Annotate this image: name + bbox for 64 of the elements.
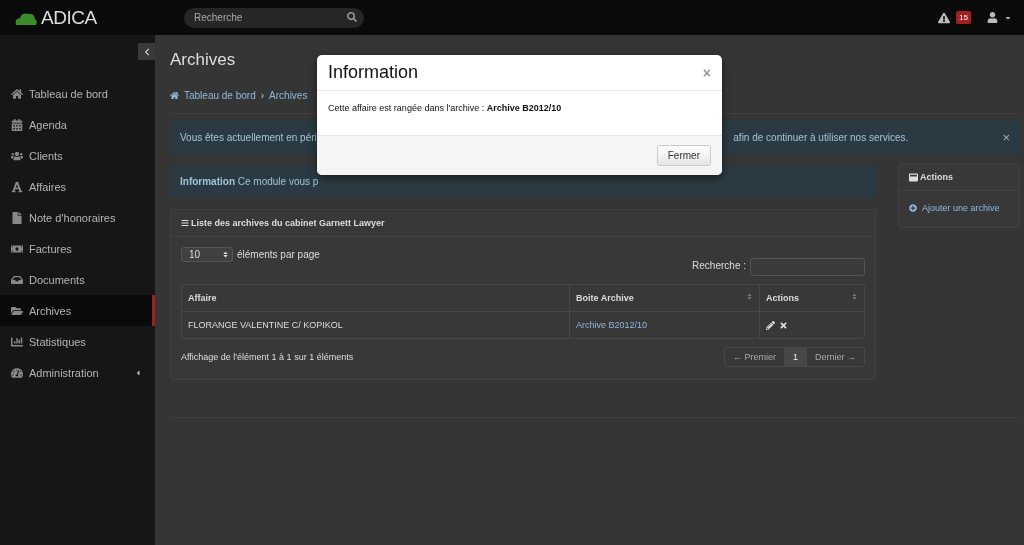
sidebar-item[interactable]: Administration	[0, 357, 155, 388]
add-link[interactable]: Ajouter une archive	[920, 195, 1002, 221]
column-header[interactable]: Actions	[760, 285, 864, 311]
table-cell: FLORANGE VALENTINE C/ KOPIKOL	[182, 311, 570, 338]
sidebar-item[interactable]: Tableau de bord	[0, 78, 155, 109]
sidebar-item[interactable]: Agenda	[0, 109, 155, 140]
search-field[interactable]	[750, 258, 865, 276]
sort-icon	[746, 293, 753, 300]
folder-icon	[11, 304, 23, 317]
plus-icon	[909, 204, 917, 212]
home-icon	[11, 87, 23, 100]
user-icon[interactable]	[987, 12, 998, 23]
warning-icon[interactable]	[938, 11, 951, 24]
sidebar-item[interactable]: Documents	[0, 264, 155, 295]
sidebar-item[interactable]: Note d'honoraires	[0, 202, 155, 233]
column-header[interactable]: Affaire	[182, 285, 570, 311]
breadcrumb-link[interactable]: Archives	[269, 90, 308, 101]
modal-title: Information	[328, 62, 419, 83]
chart-icon	[11, 335, 23, 348]
sort-icon	[851, 293, 858, 300]
sidebar-item[interactable]: Affaires	[0, 171, 155, 202]
banknote-icon	[11, 242, 23, 255]
column-header[interactable]: Boite Archive	[570, 285, 760, 311]
edit-icon[interactable]	[766, 320, 775, 330]
sidebar-item[interactable]: Factures	[0, 233, 155, 264]
breadcrumb-separator: ›	[260, 90, 265, 101]
window-icon	[909, 172, 918, 182]
alert-text: Vous êtes actuellement en péri	[180, 132, 317, 143]
collapse-button[interactable]	[138, 43, 155, 60]
panel-title: Liste des archives du cabinet Garnett Lawyer	[191, 218, 385, 228]
search-icon	[347, 12, 357, 23]
archive-link[interactable]: Archive B2012/10	[576, 320, 648, 330]
page-size-label: éléments par page	[237, 249, 320, 260]
panel-title: Actions	[920, 172, 953, 182]
sidebar-item[interactable]: Statistiques	[0, 326, 155, 357]
alert-text: afin de continuer à utiliser nos services.	[733, 132, 909, 143]
users-icon	[11, 149, 23, 162]
delete-icon[interactable]	[779, 320, 788, 330]
letter-icon	[11, 180, 23, 193]
caret-icon	[134, 368, 142, 377]
page-title: Archives	[170, 50, 237, 70]
inbox-icon	[11, 273, 23, 286]
gauge-icon	[11, 366, 23, 379]
page-size-select[interactable]: 10	[181, 247, 233, 262]
alert-count: 15	[956, 11, 971, 24]
table-info: Affichage de l'élément 1 à 1 sur 1 éléments	[181, 352, 354, 362]
file-icon	[11, 211, 23, 224]
calendar-icon	[11, 118, 23, 131]
close-modal-button[interactable]: Fermer	[656, 145, 711, 166]
page-button[interactable]: Dernier →	[806, 348, 864, 366]
search-label: Recherche :	[692, 260, 746, 271]
close-button[interactable]: ×	[1002, 130, 1010, 145]
sidebar-item[interactable]: Clients	[0, 140, 155, 171]
breadcrumb-link[interactable]: Tableau de bord	[184, 90, 256, 101]
chevron-icon	[142, 47, 151, 56]
home-icon	[170, 91, 179, 100]
app-logo: ADICA	[41, 6, 97, 29]
page-button[interactable]: 1	[783, 348, 806, 366]
modal-message: Cette affaire est rangée dans l'archive : Archive B2012/10	[328, 103, 562, 113]
sort-icon	[222, 251, 229, 258]
search-field[interactable]: Recherche	[184, 7, 364, 28]
info-text: Information Ce module vous p	[180, 175, 319, 187]
sidebar-item[interactable]: Archives	[0, 295, 155, 326]
list-icon	[181, 219, 189, 227]
